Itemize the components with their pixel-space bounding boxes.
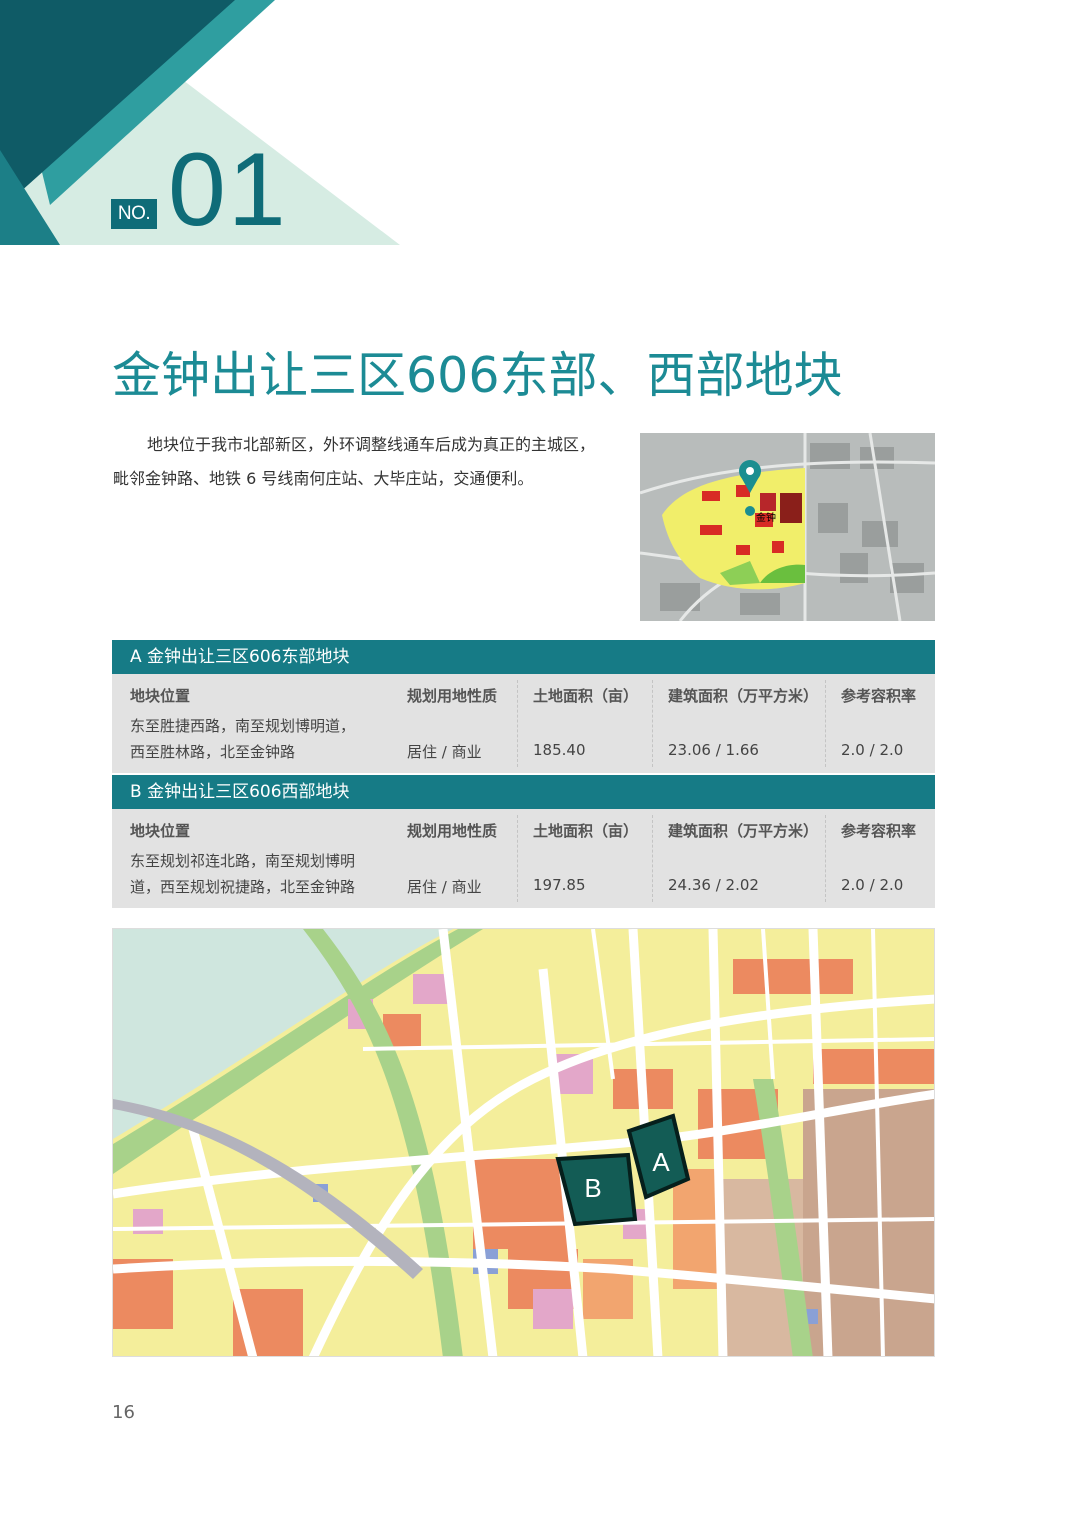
parcel-b-table: B 金钟出让三区606西部地块 地块位置 规划用地性质 土地面积（亩） 建筑面积… — [112, 775, 935, 908]
parcel-a-label: A — [652, 1147, 670, 1177]
divider — [652, 815, 653, 902]
parcel-a-use: 居住 / 商业 — [407, 743, 482, 761]
parcel-b-label: B — [584, 1173, 601, 1203]
parcel-a-land-area: 185.40 — [533, 741, 586, 759]
divider — [825, 680, 826, 767]
divider — [517, 815, 518, 902]
intro-line-2: 毗邻金钟路、地铁 6 号线南何庄站、大毕庄站，交通便利。 — [113, 469, 534, 488]
no-label: NO. — [111, 199, 157, 229]
parcel-a-title: A 金钟出让三区606东部地块 — [112, 640, 935, 674]
parcel-a-location-line1: 东至胜捷西路，南至规划博明道， — [130, 717, 356, 735]
parcel-a-location-line2: 西至胜林路，北至金钟路 — [130, 743, 296, 761]
intro-line-1: 地块位于我市北部新区，外环调整线通车后成为真正的主城区， — [147, 435, 596, 454]
parcel-b-location-line2: 道，西至规划祝捷路，北至金钟路 — [130, 878, 356, 896]
parcel-a-table: A 金钟出让三区606东部地块 地块位置 规划用地性质 土地面积（亩） 建筑面积… — [112, 640, 935, 773]
col-floor-area-header: 建筑面积（万平方米） — [668, 822, 819, 840]
col-use-header: 规划用地性质 — [407, 822, 498, 840]
section-number: 01 — [168, 132, 288, 248]
divider — [652, 680, 653, 767]
col-land-area-header: 土地面积（亩） — [533, 687, 639, 705]
page-number: 16 — [112, 1402, 135, 1423]
parcel-b-location-line1: 东至规划祁连北路，南至规划博明 — [130, 852, 356, 870]
land-use-plan-map: B A — [112, 928, 935, 1357]
col-far-header: 参考容积率 — [841, 822, 917, 840]
parcel-b-far: 2.0 / 2.0 — [841, 876, 904, 894]
page-title: 金钟出让三区606东部、西部地块 — [112, 347, 843, 404]
parcel-b-body: 地块位置 规划用地性质 土地面积（亩） 建筑面积（万平方米） 参考容积率 东至规… — [112, 809, 935, 908]
parcel-b-use: 居住 / 商业 — [407, 878, 482, 896]
col-location-header: 地块位置 — [130, 822, 191, 840]
col-use-header: 规划用地性质 — [407, 687, 498, 705]
location-thumbnail-map: 金钟 — [640, 433, 935, 621]
parcel-b-floor-area: 24.36 / 2.02 — [668, 876, 759, 894]
divider — [825, 815, 826, 902]
parcel-a-floor-area: 23.06 / 1.66 — [668, 741, 759, 759]
col-far-header: 参考容积率 — [841, 687, 917, 705]
parcel-b-title: B 金钟出让三区606西部地块 — [112, 775, 935, 809]
parcel-a-far: 2.0 / 2.0 — [841, 741, 904, 759]
col-land-area-header: 土地面积（亩） — [533, 822, 639, 840]
divider — [517, 680, 518, 767]
intro-text: 地块位于我市北部新区，外环调整线通车后成为真正的主城区， 毗邻金钟路、地铁 6 … — [113, 428, 623, 496]
parcel-b-land-area: 197.85 — [533, 876, 586, 894]
col-floor-area-header: 建筑面积（万平方米） — [668, 687, 819, 705]
thumb-pin-label: 金钟 — [756, 511, 776, 524]
col-location-header: 地块位置 — [130, 687, 191, 705]
parcel-a-body: 地块位置 规划用地性质 土地面积（亩） 建筑面积（万平方米） 参考容积率 东至胜… — [112, 674, 935, 773]
